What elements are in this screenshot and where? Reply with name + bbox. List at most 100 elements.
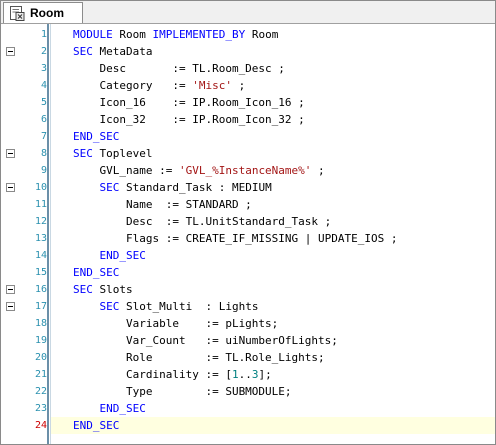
code-token: Icon_32 := IP.Room_Icon_32 ; (73, 113, 305, 126)
code-text: END_SEC (73, 417, 119, 434)
keyword-token: SEC (73, 147, 93, 160)
code-token: Category := (73, 79, 193, 92)
code-token: GVL_name := (73, 164, 179, 177)
collapse-icon[interactable] (6, 47, 15, 56)
code-token: Slots (92, 283, 133, 296)
code-line[interactable]: SEC Standard_Task : MEDIUM (51, 179, 495, 196)
code-line[interactable]: END_SEC (51, 128, 495, 145)
keyword-token: END_SEC (73, 266, 120, 279)
code-text: Name := STANDARD ; (73, 196, 252, 213)
code-line[interactable]: SEC Toplevel (51, 145, 495, 162)
line-number: 3 (40, 63, 47, 74)
line-number: 15 (34, 267, 47, 278)
editor-window: Room 1 2 3 4 5 6 7 8 9 10 11 12 13 14 15 16 17 18 19 20 21 22… (0, 0, 496, 445)
line-number: 16 (34, 284, 47, 295)
line-number: 20 (34, 352, 47, 363)
line-number: 9 (40, 165, 47, 176)
keyword-token: IMPLEMENTED_BY (152, 28, 246, 41)
line-number: 21 (34, 369, 47, 380)
code-token: Slot_Multi : Lights (119, 300, 259, 313)
code-token: Role := TL.Role_Lights; (73, 351, 325, 364)
code-text: SEC Slot_Multi : Lights (73, 298, 259, 315)
code-token: Type := SUBMODULE; (73, 385, 292, 398)
code-line[interactable]: Category := 'Misc' ; (51, 77, 495, 94)
collapse-icon[interactable] (6, 285, 15, 294)
code-token: ; (311, 164, 325, 177)
code-line[interactable]: Variable := pLights; (51, 315, 495, 332)
code-token: Desc := TL.Room_Desc ; (73, 62, 285, 75)
keyword-token: END_SEC (99, 249, 146, 262)
line-number: 14 (34, 250, 47, 261)
code-token: Desc := TL.UnitStandard_Task ; (73, 215, 332, 228)
code-line[interactable]: SEC Slots (51, 281, 495, 298)
code-text: Icon_32 := IP.Room_Icon_32 ; (73, 111, 305, 128)
line-number-gutter: 1 2 3 4 5 6 7 8 9 10 11 12 13 14 15 16 17 18 19 20 21 22 23 24 (23, 24, 47, 444)
current-code-line[interactable]: END_SEC (51, 417, 495, 434)
code-text: Desc := TL.Room_Desc ; (73, 60, 285, 77)
code-editor[interactable]: 1 2 3 4 5 6 7 8 9 10 11 12 13 14 15 16 17 18 19 20 21 22 23 24 … (1, 24, 495, 444)
line-number: 1 (40, 29, 47, 40)
code-token: Var_Count := uiNumberOfLights; (73, 334, 338, 347)
line-number: 12 (34, 216, 47, 227)
code-token: ; (231, 79, 246, 92)
code-line[interactable]: END_SEC (51, 247, 495, 264)
code-text: SEC Slots (73, 281, 133, 298)
code-text: SEC Standard_Task : MEDIUM (73, 179, 272, 196)
code-text: Category := 'Misc' ; (73, 77, 245, 94)
line-number: 19 (34, 335, 47, 346)
line-number: 23 (34, 403, 47, 414)
keyword-token: SEC (99, 181, 120, 194)
line-number: 4 (40, 80, 47, 91)
code-token: MetaData (92, 45, 153, 58)
gutter-separator (47, 24, 49, 444)
code-line[interactable]: SEC MetaData (51, 43, 495, 60)
line-number: 5 (40, 97, 47, 108)
code-line[interactable]: Var_Count := uiNumberOfLights; (51, 332, 495, 349)
code-token: ]; (258, 368, 272, 381)
code-line[interactable]: Role := TL.Role_Lights; (51, 349, 495, 366)
code-line[interactable]: Icon_32 := IP.Room_Icon_32 ; (51, 111, 495, 128)
code-line[interactable]: Name := STANDARD ; (51, 196, 495, 213)
fold-margin (1, 24, 23, 444)
code-line[interactable]: Cardinality := [1..3]; (51, 366, 495, 383)
code-line[interactable]: Flags := CREATE_IF_MISSING | UPDATE_IOS … (51, 230, 495, 247)
code-line[interactable]: Type := SUBMODULE; (51, 383, 495, 400)
keyword-token: SEC (73, 45, 93, 58)
code-text: Variable := pLights; (73, 315, 278, 332)
tab-room[interactable]: Room (3, 2, 83, 23)
line-number: 17 (34, 301, 47, 312)
line-number: 2 (40, 46, 47, 57)
code-line[interactable]: Desc := TL.UnitStandard_Task ; (51, 213, 495, 230)
keyword-token: END_SEC (73, 419, 120, 432)
keyword-token: END_SEC (73, 130, 120, 143)
code-text: Flags := CREATE_IF_MISSING | UPDATE_IOS … (73, 230, 398, 247)
code-line[interactable]: END_SEC (51, 400, 495, 417)
string-token: 'Misc' (192, 79, 232, 92)
code-line[interactable]: END_SEC (51, 264, 495, 281)
tab-title: Room (30, 6, 64, 20)
code-text: Var_Count := uiNumberOfLights; (73, 332, 338, 349)
code-line[interactable]: GVL_name := 'GVL_%InstanceName%' ; (51, 162, 495, 179)
code-text: Icon_16 := IP.Room_Icon_16 ; (73, 94, 305, 111)
collapse-icon[interactable] (6, 149, 15, 158)
code-token: Icon_16 := IP.Room_Icon_16 ; (73, 96, 305, 109)
line-number: 22 (34, 386, 47, 397)
code-line[interactable]: MODULE Room IMPLEMENTED_BY Room (51, 26, 495, 43)
code-line[interactable]: SEC Slot_Multi : Lights (51, 298, 495, 315)
collapse-icon[interactable] (6, 302, 15, 311)
collapse-icon[interactable] (6, 183, 15, 192)
code-token: Room (112, 28, 153, 41)
code-token: Flags := CREATE_IF_MISSING | UPDATE_IOS … (73, 232, 398, 245)
code-text: Cardinality := [1..3]; (73, 366, 272, 383)
code-line[interactable]: Icon_16 := IP.Room_Icon_16 ; (51, 94, 495, 111)
code-area[interactable]: MODULE Room IMPLEMENTED_BY Room SEC MetaD… (51, 24, 495, 444)
code-token: Cardinality := [ (73, 368, 232, 381)
code-text: Role := TL.Role_Lights; (73, 349, 325, 366)
code-text: END_SEC (73, 400, 146, 417)
line-number: 7 (40, 131, 47, 142)
code-line[interactable]: Desc := TL.Room_Desc ; (51, 60, 495, 77)
number-token: 1 (231, 368, 239, 381)
code-text: SEC Toplevel (73, 145, 152, 162)
